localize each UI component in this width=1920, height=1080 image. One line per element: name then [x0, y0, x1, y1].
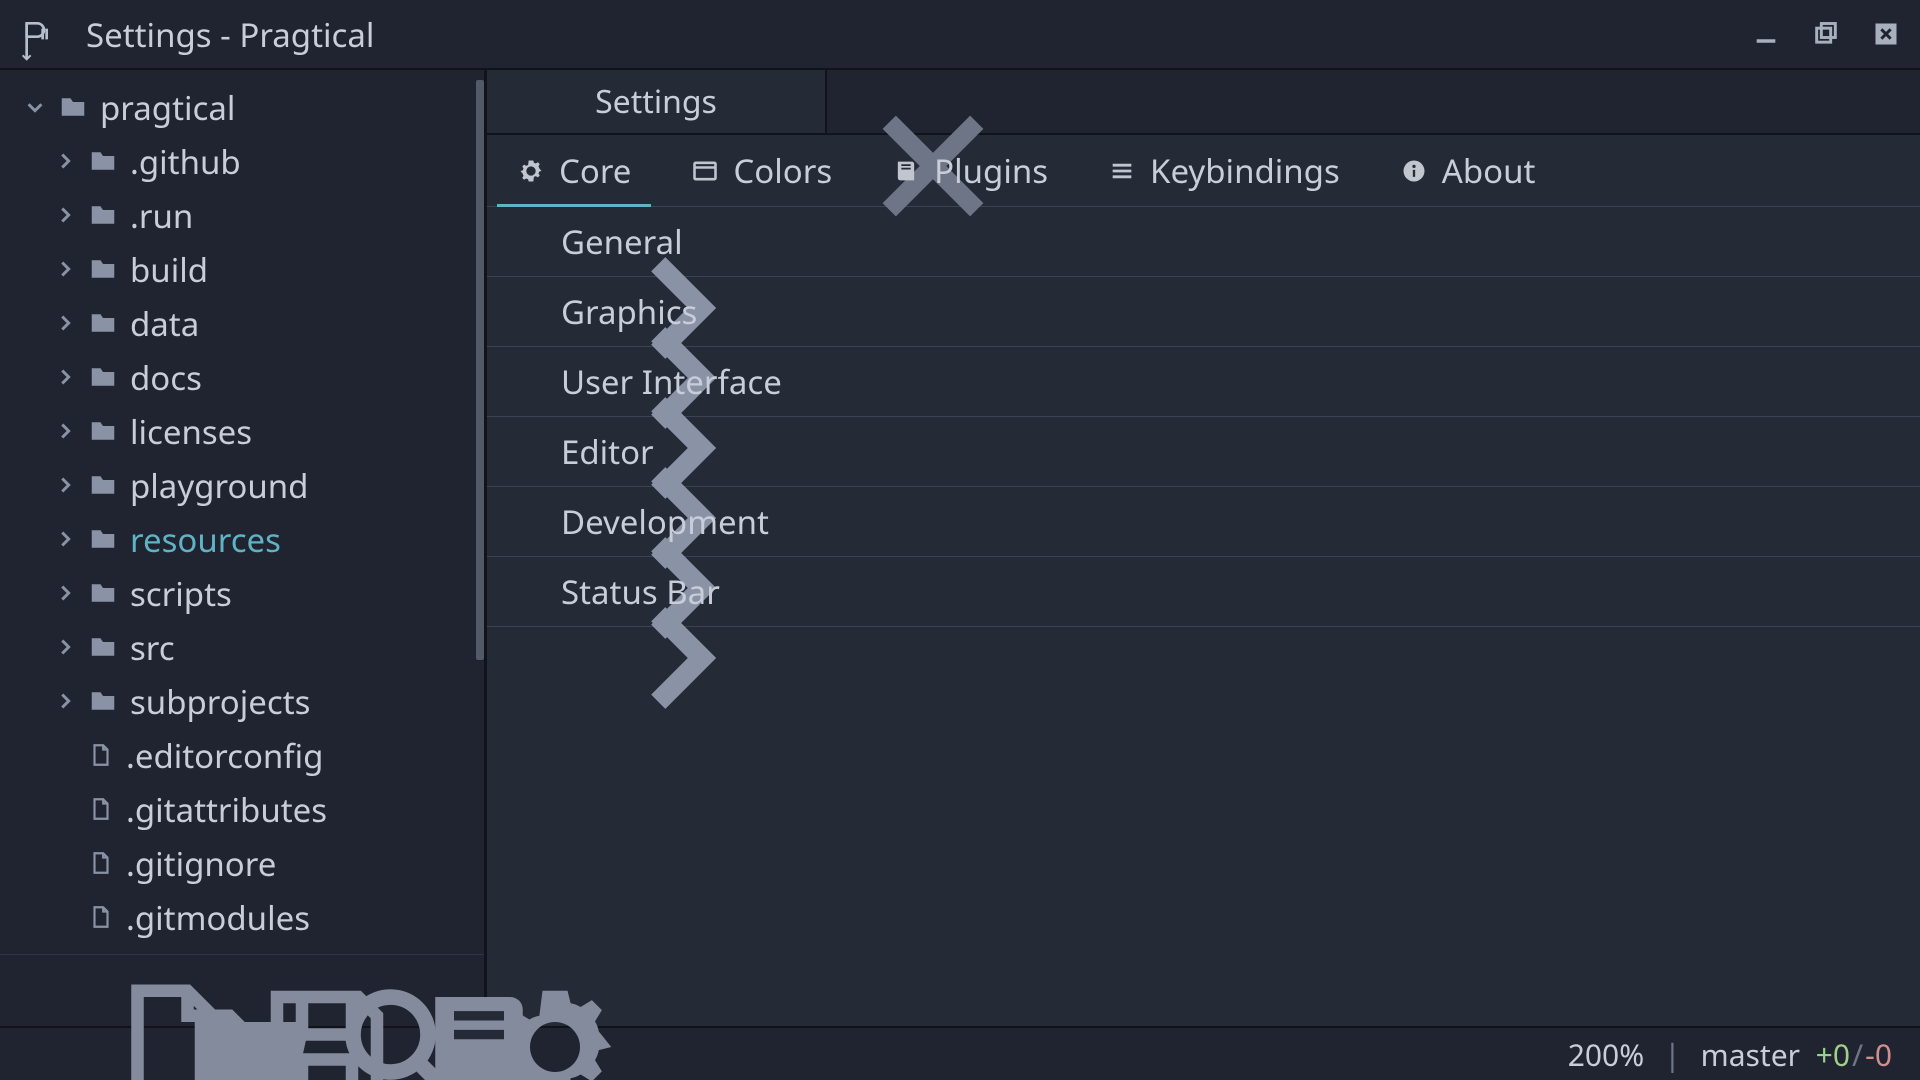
status-git[interactable]: master +0/-0	[1701, 1034, 1892, 1075]
list-icon	[1108, 157, 1136, 185]
file-icon	[88, 904, 114, 930]
section-label: Editor	[561, 429, 654, 474]
search-icon[interactable]	[253, 972, 291, 1010]
book-icon[interactable]	[329, 972, 367, 1010]
status-branch: master	[1701, 1034, 1800, 1075]
tree-dir[interactable]: subprojects	[0, 674, 484, 728]
settings-tab-core[interactable]: Core	[517, 135, 631, 206]
settings-tab-label: Keybindings	[1150, 148, 1340, 193]
settings-tabs: Core Colors Plugins Keybindings About	[487, 135, 1920, 207]
section-label: General	[561, 219, 683, 264]
tree-item-label: docs	[130, 355, 202, 400]
tree-item-label: src	[130, 625, 175, 670]
close-icon[interactable]	[783, 91, 805, 113]
tree-item-label: .gitattributes	[126, 787, 327, 832]
tree-item-label: .github	[130, 139, 241, 184]
settings-tab-plugins[interactable]: Plugins	[892, 135, 1048, 206]
settings-tab-keybindings[interactable]: Keybindings	[1108, 135, 1340, 206]
settings-tab-colors[interactable]: Colors	[691, 135, 832, 206]
chevron-right-icon	[527, 513, 545, 531]
tree-item-label: .gitmodules	[126, 895, 310, 940]
settings-section[interactable]: General	[487, 207, 1920, 277]
section-label: Status Bar	[561, 569, 720, 614]
open-folder-icon[interactable]	[101, 972, 139, 1010]
section-label: Development	[561, 499, 769, 544]
chevron-down-icon	[24, 96, 46, 118]
gear-icon	[517, 157, 545, 185]
sidebar-toolbar	[0, 954, 484, 1026]
status-separator: |	[1664, 1034, 1681, 1075]
status-git-additions: +0	[1816, 1034, 1850, 1075]
tree-item-label: .gitignore	[126, 841, 276, 886]
chevron-right-icon	[527, 303, 545, 321]
tree-item-label: subprojects	[130, 679, 310, 724]
chevron-right-icon	[527, 373, 545, 391]
tree-item-label: .run	[130, 193, 193, 238]
tree-file[interactable]: .gitignore	[0, 836, 484, 890]
tree-file[interactable]: .gitmodules	[0, 890, 484, 944]
chevron-right-icon	[527, 233, 545, 251]
tree-item-label: data	[130, 301, 199, 346]
tab-label: Settings	[595, 80, 717, 123]
status-zoom[interactable]: 200%	[1568, 1034, 1644, 1075]
settings-tab-label: Plugins	[934, 148, 1048, 193]
tree-item-label: licenses	[130, 409, 252, 454]
tree-scrollbar[interactable]	[476, 80, 484, 660]
tree-file[interactable]: .gitattributes	[0, 782, 484, 836]
window-title: Settings - Pragtical	[86, 12, 374, 57]
info-icon	[1400, 157, 1428, 185]
tree-root-label: pragtical	[100, 85, 235, 130]
sidebar: pragtical .github .run build data docs licens…	[0, 70, 484, 1026]
tree-item-label: .editorconfig	[126, 733, 323, 778]
settings-tab-label: Core	[559, 148, 631, 193]
app-logo-icon	[20, 18, 52, 50]
save-icon[interactable]	[177, 972, 215, 1010]
book-icon	[892, 157, 920, 185]
tab-settings[interactable]: Settings	[487, 70, 827, 133]
settings-sections: General Graphics User Interface Editor Devel…	[487, 207, 1920, 627]
section-label: Graphics	[561, 289, 697, 334]
editor-area: Settings Core Colors Plugins Keybindings Abo…	[487, 70, 1920, 1026]
chevron-right-icon	[527, 583, 545, 601]
settings-tab-about[interactable]: About	[1400, 135, 1536, 206]
minimize-button[interactable]	[1752, 20, 1780, 48]
settings-tab-label: Colors	[733, 148, 832, 193]
status-git-deletions: -0	[1865, 1034, 1892, 1075]
gear-icon[interactable]	[405, 972, 443, 1010]
window-icon	[691, 157, 719, 185]
close-window-button[interactable]	[1872, 20, 1900, 48]
new-file-icon[interactable]	[25, 972, 63, 1010]
chevron-right-icon	[54, 690, 76, 712]
tree-item-label: playground	[130, 463, 308, 508]
settings-tab-label: About	[1442, 148, 1536, 193]
maximize-button[interactable]	[1812, 20, 1840, 48]
chevron-right-icon	[527, 443, 545, 461]
tabbar: Settings	[487, 70, 1920, 135]
tree-item-label: resources	[130, 517, 281, 562]
file-tree[interactable]: pragtical .github .run build data docs licens…	[0, 70, 484, 954]
section-label: User Interface	[561, 359, 782, 404]
tree-item-label: scripts	[130, 571, 232, 616]
titlebar: Settings - Pragtical	[0, 0, 1920, 70]
tree-item-label: build	[130, 247, 208, 292]
